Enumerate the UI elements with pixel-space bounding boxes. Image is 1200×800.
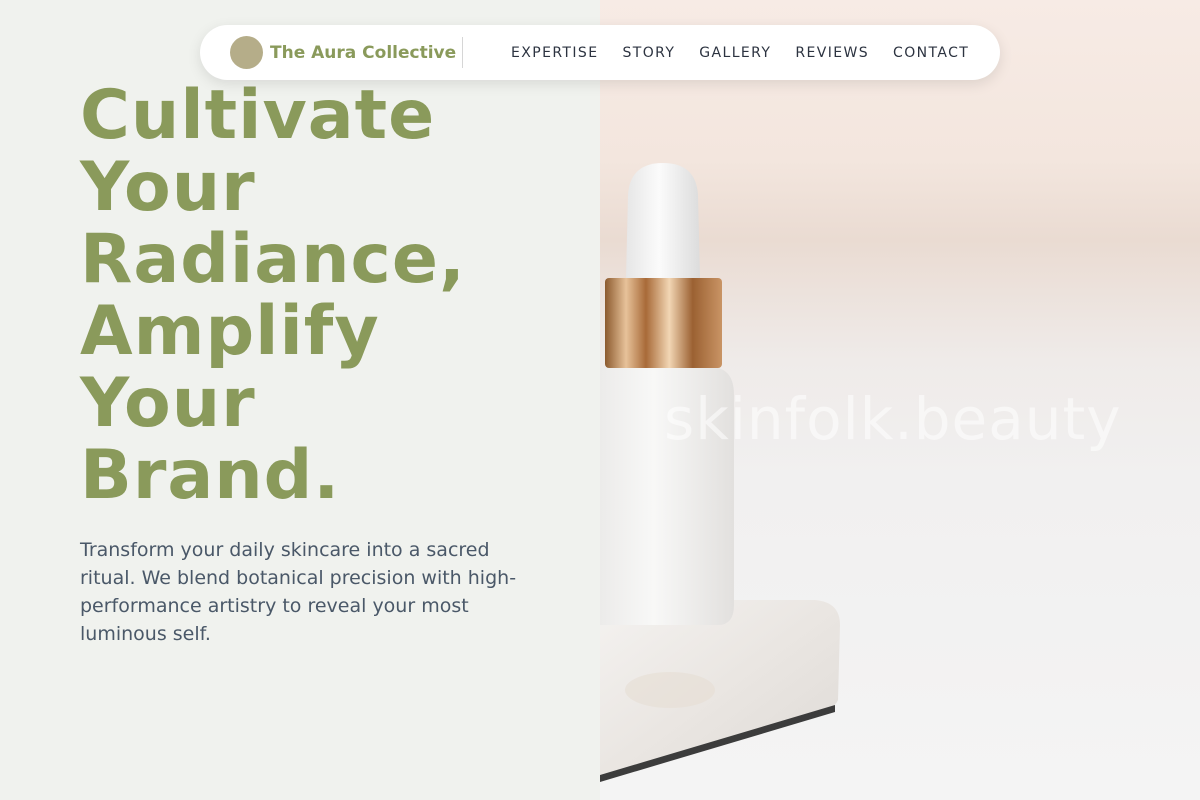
brand-logo-icon [230,36,263,69]
hero-title-line: Cultivate [80,76,436,155]
brand-name: The Aura Collective [270,42,457,63]
hero-title-line: Brand. [80,436,341,515]
hero-title-line: Your [80,148,256,227]
nav-link-reviews[interactable]: REVIEWS [795,45,869,61]
nav-links: EXPERTISE STORY GALLERY REVIEWS CONTACT [511,25,969,80]
hero-description: Transform your daily skincare into a sac… [80,539,517,645]
nav-link-expertise[interactable]: EXPERTISE [511,45,598,61]
nav-link-contact[interactable]: CONTACT [893,45,969,61]
nav-link-gallery[interactable]: GALLERY [699,45,771,61]
nav-link-story[interactable]: STORY [622,45,675,61]
hero-title: Cultivate Your Radiance, Amplify Your Br… [80,80,580,512]
brand-logo-link[interactable]: The Aura Collective [230,36,456,69]
image-watermark: skinfolk.beauty [664,385,1122,453]
top-navbar: The Aura Collective EXPERTISE STORY GALL… [200,25,1000,80]
hero-image: skinfolk.beauty [600,0,1200,800]
nav-divider [462,37,463,68]
hero-title-line: Radiance, [80,220,466,299]
hero-title-line: Your [80,364,256,443]
hero-left-panel: Cultivate Your Radiance, Amplify Your Br… [0,0,600,800]
hero-title-line: Amplify [80,292,380,371]
